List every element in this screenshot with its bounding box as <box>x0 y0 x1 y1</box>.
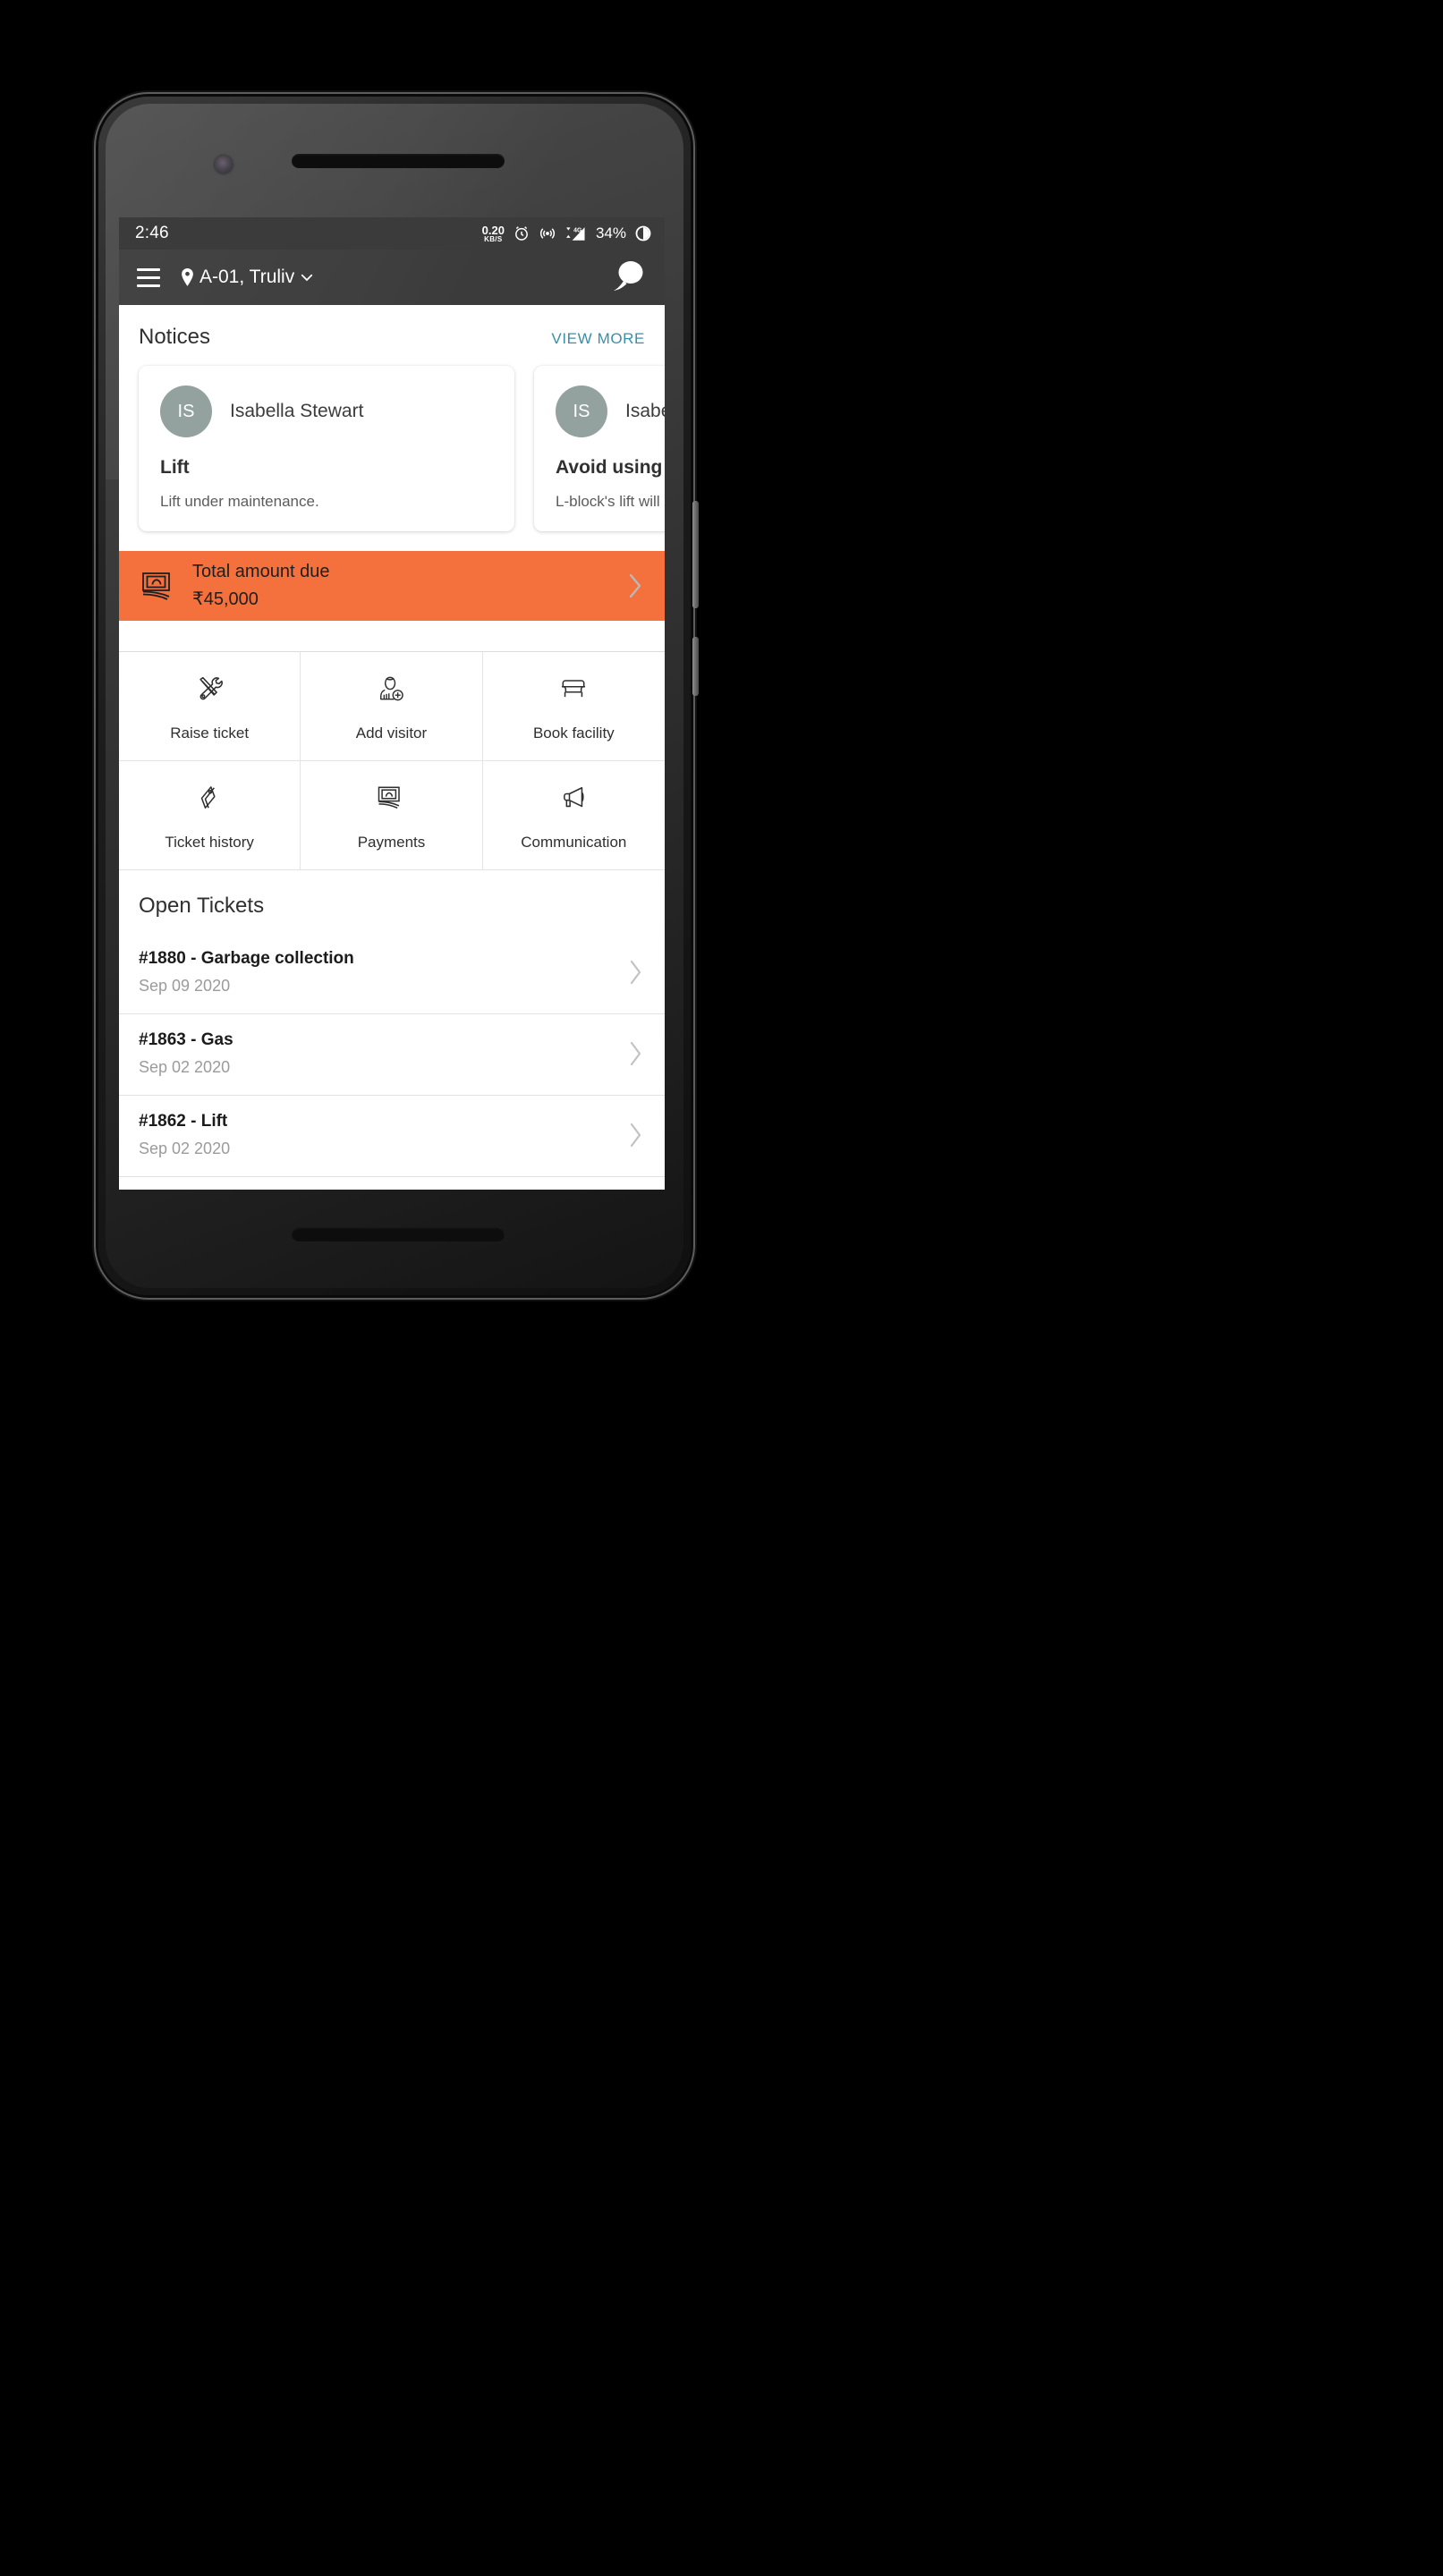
action-ticket-history[interactable]: Ticket history <box>119 761 301 870</box>
hamburger-menu-icon[interactable] <box>137 267 160 287</box>
open-tickets-title: Open Tickets <box>139 894 265 918</box>
action-payments[interactable]: Payments <box>301 761 483 870</box>
tickets-list-footer <box>119 1176 665 1190</box>
battery-icon <box>635 225 651 242</box>
battery-percent-label: 34% <box>595 225 626 242</box>
action-label: Book facility <box>532 724 615 741</box>
notice-author: Isabella Stewart <box>230 401 364 421</box>
ticket-row[interactable]: #1863 - Gas Sep 02 2020 <box>119 1013 665 1095</box>
ticket-date: Sep 02 2020 <box>139 1140 231 1157</box>
ticket-title: #1863 - Gas <box>139 1030 233 1049</box>
chevron-right-icon <box>630 960 641 985</box>
power-button[interactable] <box>692 637 699 696</box>
avatar: IS <box>556 386 607 437</box>
notice-card[interactable]: IS Isabella Stewart Lift Lift under main… <box>139 366 514 531</box>
ticket-title: #1862 - Lift <box>139 1112 228 1131</box>
phone-screen: 2:46 0.20 KB/S 4G 34% A-01, Truliv Notic… <box>119 217 665 1190</box>
svg-text:4G: 4G <box>573 227 581 233</box>
ticket-text-block: #1880 - Garbage collection Sep 09 2020 <box>139 949 627 996</box>
action-label: Ticket history <box>165 833 254 851</box>
network-speed-unit: KB/S <box>484 234 503 243</box>
action-communication[interactable]: Communication <box>482 761 665 870</box>
status-bar: 2:46 0.20 KB/S 4G 34% <box>119 217 665 250</box>
status-icon-tray: 0.20 KB/S 4G 34% <box>482 225 652 243</box>
notice-card[interactable]: IS Isabella Avoid using L-Bl L-block's l… <box>534 366 665 531</box>
amount-due-value: ₹45,000 <box>192 589 259 609</box>
notice-card-header: IS Isabella <box>556 386 665 437</box>
ticket-text-block: #1862 - Lift Sep 02 2020 <box>139 1112 627 1158</box>
action-raise-ticket[interactable]: Raise ticket <box>119 652 301 761</box>
signal-4g-icon: 4G <box>566 227 585 241</box>
tools-icon <box>193 671 225 707</box>
ticket-title: #1880 - Garbage collection <box>139 949 354 968</box>
notice-subject: Lift <box>160 457 190 478</box>
chevron-right-icon <box>629 573 641 598</box>
ticket-text-block: #1863 - Gas Sep 02 2020 <box>139 1030 627 1077</box>
avatar: IS <box>160 386 212 437</box>
alarm-icon <box>515 226 528 241</box>
banknotes-icon <box>375 780 407 816</box>
ticket-date: Sep 02 2020 <box>139 1058 231 1076</box>
network-speed-value: 0.20 <box>481 223 505 237</box>
megaphone-icon <box>557 780 590 816</box>
quick-actions-grid: Raise ticket Add visitor Book facility T… <box>119 651 665 870</box>
location-pin-icon <box>182 267 193 286</box>
notices-title: Notices <box>139 325 211 349</box>
chevron-down-icon <box>301 274 313 282</box>
view-more-link[interactable]: VIEW MORE <box>551 330 645 348</box>
notice-body: Lift under maintenance. <box>160 493 319 510</box>
ticket-date: Sep 09 2020 <box>139 977 231 995</box>
network-speed-indicator: 0.20 KB/S <box>482 225 505 243</box>
action-add-visitor[interactable]: Add visitor <box>301 652 483 761</box>
banknotes-icon <box>142 572 170 600</box>
amount-due-label: Total amount due <box>192 562 330 581</box>
tags-icon <box>194 780 225 816</box>
notice-card-header: IS Isabella Stewart <box>160 386 493 437</box>
notice-subject: Avoid using L-Bl <box>556 457 665 478</box>
hotspot-icon <box>539 228 556 239</box>
notice-body: L-block's lift will be <box>556 493 665 510</box>
total-amount-due-banner[interactable]: Total amount due ₹45,000 <box>119 551 665 621</box>
action-label: Raise ticket <box>170 724 250 741</box>
action-book-facility[interactable]: Book facility <box>482 652 665 761</box>
status-clock: 2:46 <box>135 224 169 242</box>
location-selector[interactable]: A-01, Truliv <box>180 267 315 288</box>
banner-spacer <box>119 621 665 651</box>
notices-header: Notices VIEW MORE <box>119 305 665 350</box>
front-camera-icon <box>215 156 233 174</box>
action-label: Add visitor <box>355 724 428 741</box>
app-bar: A-01, Truliv <box>119 250 665 305</box>
person-add-icon <box>375 671 407 707</box>
ticket-row[interactable]: #1862 - Lift Sep 02 2020 <box>119 1095 665 1176</box>
volume-rocker-button[interactable] <box>692 501 699 608</box>
chevron-right-icon <box>630 1041 641 1066</box>
home-button-bar <box>292 1227 505 1241</box>
notice-author: Isabella <box>625 401 665 421</box>
location-label: A-01, Truliv <box>199 267 295 287</box>
chat-bubble-icon[interactable] <box>609 258 649 298</box>
notices-carousel[interactable]: IS Isabella Stewart Lift Lift under main… <box>119 350 665 551</box>
amount-due-text-block: Total amount due ₹45,000 <box>192 562 329 610</box>
earpiece-speaker <box>292 154 505 168</box>
action-label: Payments <box>357 833 426 851</box>
armchair-icon <box>556 671 590 707</box>
ticket-row[interactable]: #1880 - Garbage collection Sep 09 2020 <box>119 933 665 1013</box>
action-label: Communication <box>521 833 627 851</box>
chevron-right-icon <box>630 1123 641 1148</box>
